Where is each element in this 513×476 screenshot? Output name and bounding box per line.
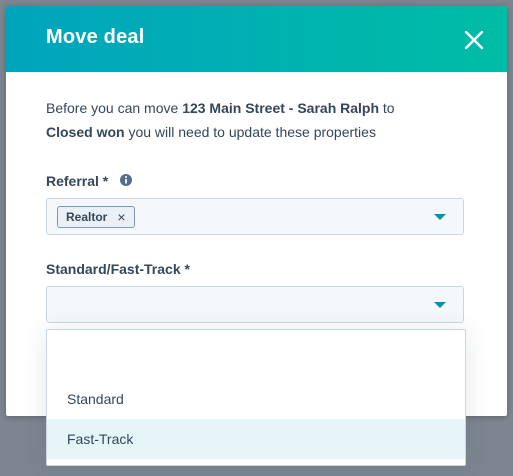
modal-title: Move deal bbox=[46, 26, 145, 48]
standard-fast-track-select[interactable] bbox=[46, 286, 464, 323]
referral-tag-label: Realtor bbox=[66, 210, 108, 224]
referral-select[interactable]: Realtor × bbox=[46, 198, 464, 235]
dropdown-option-fast-track[interactable]: Fast-Track bbox=[47, 419, 465, 459]
standard-fast-track-label: Standard/Fast-Track * bbox=[46, 261, 190, 277]
deal-name: 123 Main Street - Sarah Ralph bbox=[182, 100, 380, 116]
standard-fast-track-dropdown: Standard Fast-Track bbox=[46, 329, 466, 466]
referral-tag: Realtor × bbox=[57, 206, 135, 228]
caret-down-icon bbox=[434, 214, 446, 220]
intro-to: to bbox=[379, 100, 395, 116]
close-icon bbox=[464, 30, 484, 50]
target-stage: Closed won bbox=[46, 124, 125, 140]
intro-before: Before you can move bbox=[46, 100, 183, 116]
remove-tag-icon[interactable]: × bbox=[117, 209, 125, 225]
intro-after: you will need to update these properties bbox=[124, 124, 376, 140]
referral-label: Referral * bbox=[46, 173, 109, 189]
modal-header: Move deal bbox=[6, 6, 507, 72]
dropdown-option-standard[interactable]: Standard bbox=[47, 379, 465, 419]
info-icon[interactable] bbox=[119, 173, 133, 187]
close-button[interactable] bbox=[460, 26, 488, 54]
intro-text: Before you can move 123 Main Street - Sa… bbox=[46, 96, 466, 144]
caret-down-icon bbox=[434, 302, 446, 308]
dropdown-option-empty[interactable] bbox=[47, 339, 465, 379]
